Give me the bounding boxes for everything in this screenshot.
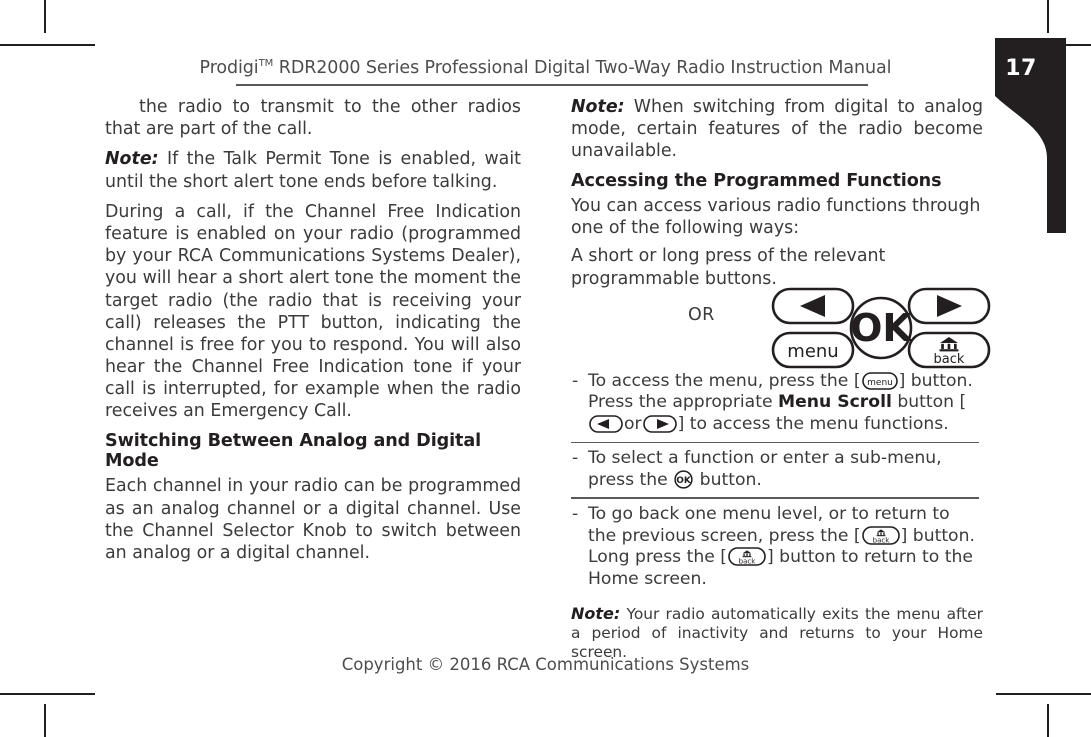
running-head-prefix: Prodigi [199,58,259,78]
step-text-part: or [624,414,642,435]
trademark-superscript: TM [258,58,274,70]
footer-copyright: Copyright © 2016 RCA Communications Syst… [341,655,750,674]
back-button-graphic: back [907,331,991,369]
or-label: OR [688,305,715,325]
list-dash: - [572,448,579,469]
crop-mark-top-left-vertical [44,0,46,33]
step-text-part: ] to access the menu functions. [677,414,949,435]
paragraph-you-can-access: You can access various radio functions t… [571,195,981,239]
heading-accessing-programmed-functions: Accessing the Programmed Functions [571,170,942,191]
running-head-rest: RDR2000 Series Professional Digital Two-… [273,58,892,78]
crop-mark-top-left-horizontal [0,44,95,46]
menu-key-icon: menu [861,371,898,390]
note-label: Note: [105,149,159,170]
back-key-icon: back [728,547,766,567]
note-talk-permit: Note: If the Talk Permit Tone is enabled… [105,148,521,192]
menu-scroll-bold: Menu Scroll [778,392,892,413]
paragraph-each-channel: Each channel in your radio can be progra… [105,476,521,563]
svg-text:menu: menu [867,378,893,388]
scroll-left-key-icon [589,415,623,433]
crop-mark-bottom-right-horizontal [996,693,1091,695]
svg-text:back: back [872,536,890,544]
step-list: - To access the menu, press the [ menu ] … [571,366,983,597]
scroll-left-button-graphic [771,287,855,325]
note-label: Note: [571,603,621,623]
note-switching-mode: Note: When switching from digital to ana… [571,96,983,163]
ok-key-icon: OK [674,470,693,489]
crop-mark-bottom-right-vertical [1047,704,1049,737]
svg-text:menu: menu [787,341,838,362]
list-dash: - [572,370,579,391]
note-text: When switching from digital to analog mo… [571,97,983,162]
step-text-part: To select a function or enter a sub-menu… [588,448,942,490]
svg-text:back: back [739,558,757,566]
svg-text:OK: OK [676,476,692,486]
button-cluster-diagram: menu back OK [770,287,992,369]
step-text-part: To access the menu, press the [ [588,370,861,391]
crop-mark-bottom-left-vertical [44,704,46,737]
paragraph-channel-free-indication: During a call, if the Channel Free Indic… [105,201,521,422]
note-text: Your radio automatically exits the menu … [571,604,983,661]
ok-button-graphic: OK [849,296,913,360]
svg-text:back: back [934,352,965,367]
crop-mark-bottom-left-horizontal [0,693,95,695]
paragraph-short-long-press: A short or long press of the relevant pr… [571,246,886,289]
note-text: If the Talk Permit Tone is enabled, wait… [105,149,521,192]
svg-text:OK: OK [850,306,913,350]
list-item-access-menu: - To access the menu, press the [ menu ] … [571,366,983,442]
note-auto-exit-menu: Note: Your radio automatically exits the… [571,604,983,662]
back-key-icon: back [861,525,900,545]
step-text-part: button. [694,469,762,490]
list-item-go-back: - To go back one menu level, or to return… [571,499,983,597]
right-column: Note: When switching from digital to ana… [571,96,983,670]
heading-switching-analog-digital: Switching Between Analog and Digital Mod… [105,430,482,472]
paragraph-continued: the radio to transmit to the other radio… [105,97,521,140]
list-item-select-function: - To select a function or enter a sub-men… [571,443,983,497]
step-text-part: button [ [891,392,967,413]
list-dash: - [572,503,579,524]
running-head: ProdigiTM RDR2000 Series Professional Di… [0,58,1091,78]
crop-mark-top-right-vertical [1047,0,1049,33]
menu-button-graphic: menu [771,331,855,369]
note-label: Note: [571,97,625,117]
scroll-right-button-graphic [907,287,991,325]
left-column: the radio to transmit to the other radio… [105,96,521,572]
scroll-right-key-icon [642,415,677,433]
running-head-rule [236,84,868,86]
